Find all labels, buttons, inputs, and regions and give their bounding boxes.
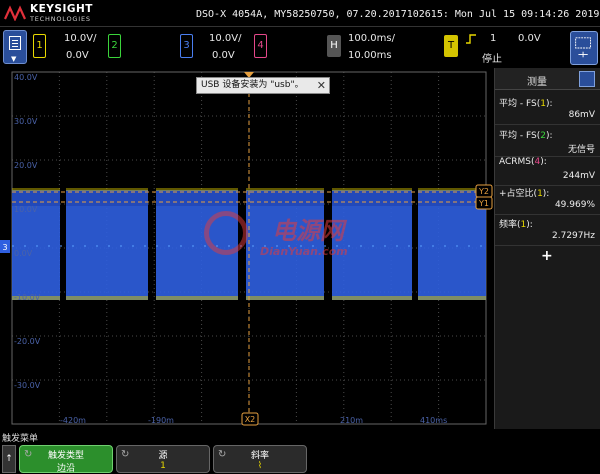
y-axis-label: 0.0V [14,249,33,258]
x-axis-label: -190m [148,416,174,425]
trace-edge-noise [332,188,412,191]
measurement-label: ACRMS(4): [499,157,547,167]
channel-bar: ▼ 1 10.0V/ 0.0V 2 3 10.0V/ 0.0V 4 H 100.… [0,26,600,68]
chevron-down-icon: ▼ [11,55,17,63]
measurement-row[interactable]: 频率(1): 2.7297Hz [495,214,600,246]
y-axis-label: -30.0V [14,381,41,390]
brand-sub: TECHNOLOGIES [30,15,91,23]
cursor-y2-label[interactable]: Y2 [478,187,489,196]
main-menu-button[interactable]: ▼ [3,30,27,64]
measurement-header: 测量 [495,68,600,90]
softkey-value: 1 [160,461,166,471]
trace-edge-noise [156,188,238,191]
rising-edge-icon [466,34,476,44]
softkey-bar: ↑ ↻ 触发类型 边沿 ↻ 源 1 ↻ 斜率 ⌇ [0,443,600,474]
cursor-y1-label[interactable]: Y1 [478,199,489,208]
measurement-row[interactable]: 平均 - FS(2): 无信号 [495,125,600,157]
close-icon[interactable]: ✕ [317,78,326,93]
measurement-menu-icon[interactable] [579,71,595,87]
softkey-value: 边沿 [56,464,75,474]
waveform-display[interactable]: Y2 Y1 X2 3 40.0V 30.0V 20.0V 10.0V 0.0V -10.0V -20… [0,68,494,429]
trace-edge-noise [156,296,238,300]
channel-1-badge[interactable]: 1 [33,34,46,58]
y-axis-label: -20.0V [14,337,41,346]
trace-edge-noise [246,296,324,300]
softkey-label: 源 [158,451,168,461]
usb-notification: USB 设备安装为 "usb"。 ✕ [196,77,330,94]
trigger-level: 0.0V [518,33,541,44]
measurement-value: 49.969% [554,200,595,210]
trigger-badge[interactable]: T [444,35,458,57]
add-measurement-button[interactable]: + [541,248,553,264]
trace-edge-noise [246,188,324,191]
menu-list-icon [9,36,21,50]
x-axis-label: 210m [340,416,363,425]
keysight-logo: KEYSIGHT TECHNOLOGIES [4,2,114,24]
channel-1-scale: 10.0V/ [64,33,97,44]
measurement-row[interactable]: ACRMS(4): 244mV [495,154,600,186]
display-mode-button[interactable] [570,31,598,65]
measurement-value: 86mV [568,110,595,120]
trace-edge-noise [418,296,486,300]
measurement-label: +占空比(1): [499,189,550,199]
keysight-wave-icon [4,5,26,21]
delay-value: 10.00ms [348,50,392,61]
softkey-source[interactable]: ↻ 源 1 [116,445,210,473]
grid-icon [575,37,591,58]
measurement-label: 频率(1): [499,220,533,230]
softkey-label: 斜率 [250,451,269,461]
softkey-trigger-type[interactable]: ↻ 触发类型 边沿 [19,445,113,474]
waveform-segment [66,190,148,300]
trace-edge-noise [66,188,148,191]
menu-back-button[interactable]: ↑ [2,445,16,473]
y-axis-label: 40.0V [14,73,38,82]
waveform-graticule: Y2 Y1 X2 3 40.0V 30.0V 20.0V 10.0V 0.0V -10.0V -20… [0,71,493,426]
softkey-value: ⌇ [257,461,263,471]
trace-edge-noise [66,296,148,300]
y-axis-label: -10.0V [14,293,41,302]
y-axis-label: 30.0V [14,117,38,126]
x-axis-label: -420m [60,416,86,425]
measurement-row[interactable]: 平均 - FS(1): 86mV [495,93,600,125]
trace-edge-noise [332,296,412,300]
y-axis-label: 10.0V [14,205,38,214]
waveform-segment [332,190,412,300]
trigger-source: 1 [490,33,497,44]
channel-2-badge[interactable]: 2 [108,34,121,58]
measurement-title: 测量 [527,77,547,88]
measurement-value: 2.7297Hz [552,231,595,241]
channel-3-badge[interactable]: 3 [180,34,193,58]
channel-1-offset: 0.0V [66,50,89,61]
timebase-value: 100.0ms/ [348,33,395,44]
cursor-x2-label[interactable]: X2 [245,415,256,424]
measurement-row[interactable]: +占空比(1): 49.969% [495,183,600,215]
measurement-label: 平均 - FS(1): [499,99,553,109]
measurement-panel: 测量 平均 - FS(1): 86mV 平均 - FS(2): 无信号 ACRM… [494,68,600,429]
waveform-segment [246,190,324,300]
channel-4-badge[interactable]: 4 [254,34,267,58]
x-axis-label: 410ms [420,416,447,425]
waveform-segment [156,190,238,300]
softkey-label: 触发类型 [47,451,84,461]
measurement-value: 244mV [562,171,595,181]
channel-3-offset: 0.0V [212,50,235,61]
instrument-info: DSO-X 4054A, MY58250750, 07.20.201710261… [196,9,600,20]
acquisition-status: 停止 [482,54,502,65]
measurement-label: 平均 - FS(2): [499,131,553,141]
trace-edge-noise [12,188,60,191]
brand-name: KEYSIGHT [30,3,93,15]
channel-3-marker[interactable]: 3 [2,243,7,252]
channel-3-scale: 10.0V/ [209,33,242,44]
usb-notification-text: USB 设备安装为 "usb"。 [201,80,304,90]
y-axis-label: 20.0V [14,161,38,170]
softkey-slope[interactable]: ↻ 斜率 ⌇ [213,445,307,473]
horizontal-badge[interactable]: H [327,35,341,57]
header-bar: KEYSIGHT TECHNOLOGIES DSO-X 4054A, MY582… [0,0,600,26]
